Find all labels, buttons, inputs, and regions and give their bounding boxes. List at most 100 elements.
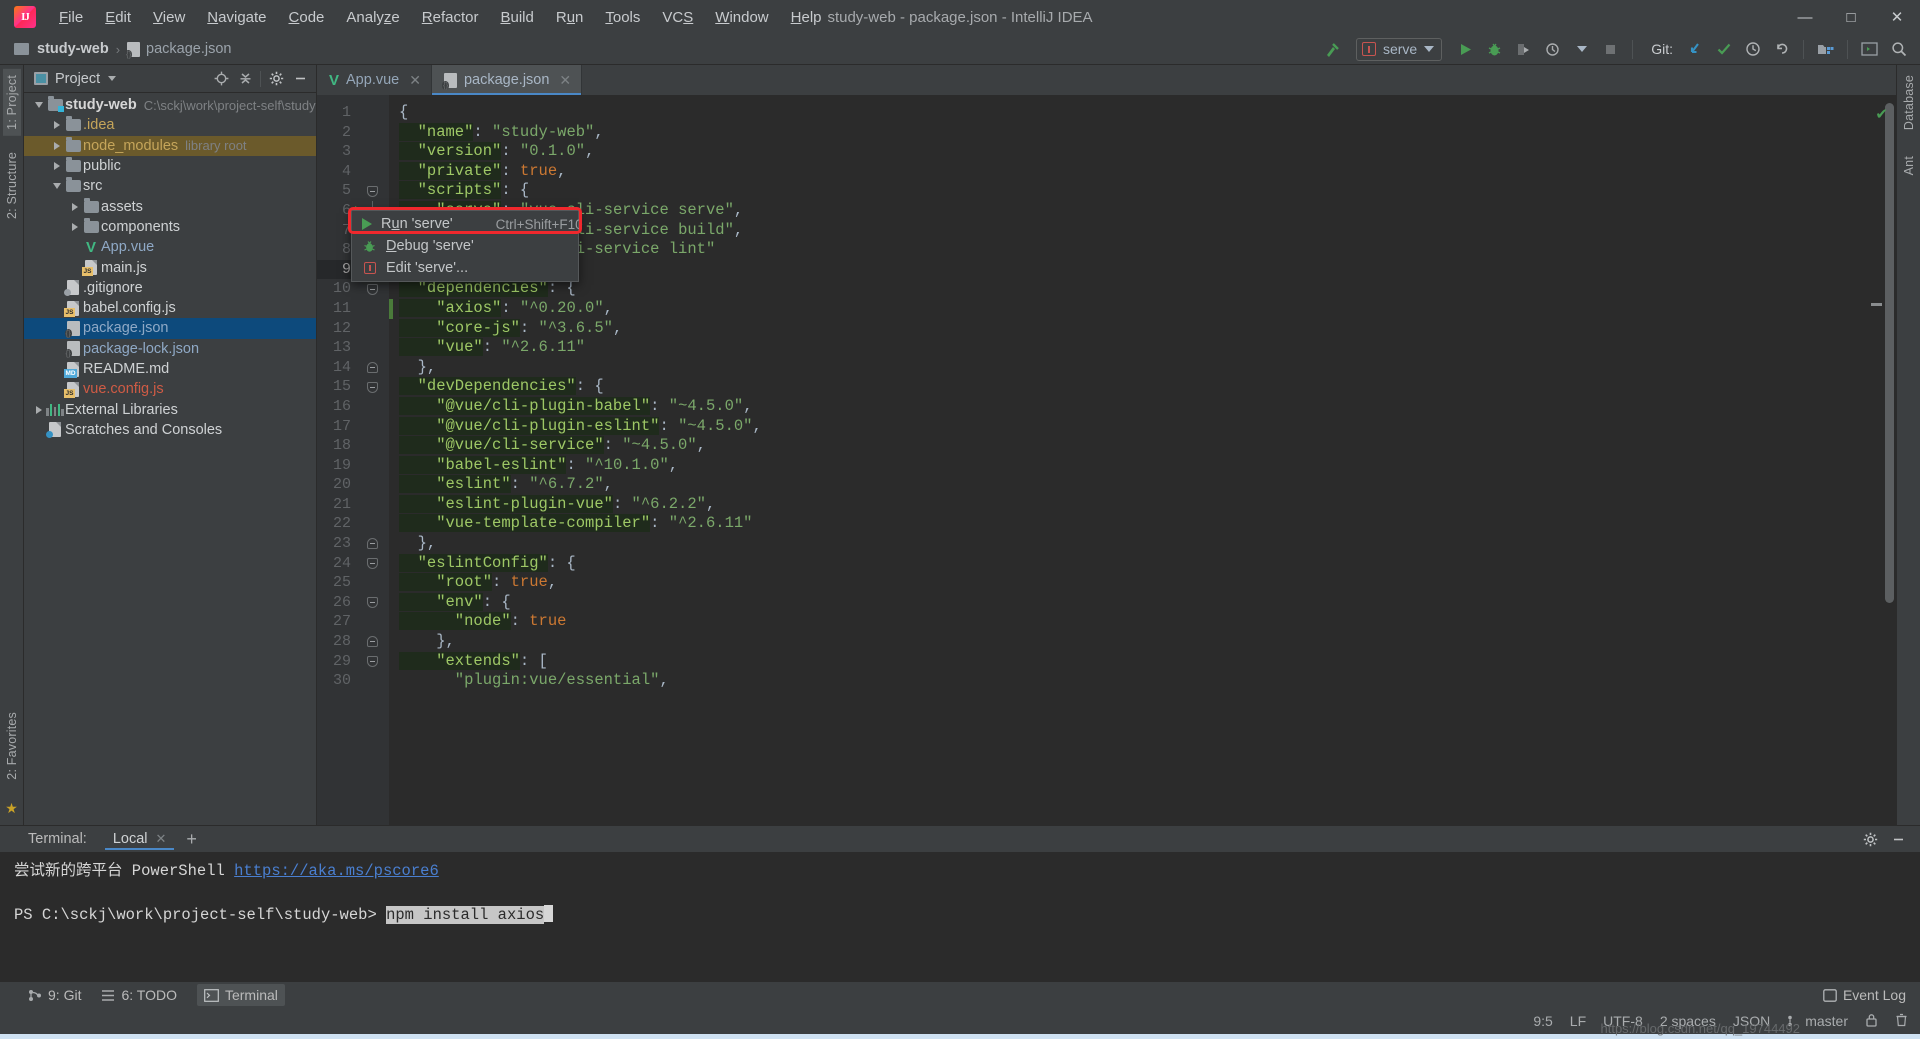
chevron-down-icon[interactable] <box>108 76 117 81</box>
menu-run[interactable]: Run <box>545 5 595 30</box>
context-menu-item-debug-serve[interactable]: Debug 'serve' <box>352 235 578 257</box>
collapse-arrow-icon[interactable] <box>32 102 45 109</box>
run-icon[interactable] <box>1452 37 1479 62</box>
add-terminal-tab-button[interactable]: + <box>186 829 197 850</box>
fold-marker-line-28[interactable] <box>363 632 381 652</box>
project-structure-icon[interactable] <box>1812 37 1839 62</box>
caret-position[interactable]: 9:5 <box>1533 1013 1552 1029</box>
menu-code[interactable]: Code <box>278 5 336 30</box>
editor-tab-app-vue[interactable]: V App.vue ✕ <box>317 65 432 95</box>
tree-node--gitignore[interactable]: .gitignore <box>24 278 316 298</box>
context-menu-item-run-serve[interactable]: Run 'serve' Ctrl+Shift+F10 <box>352 213 583 235</box>
terminal-tab-local[interactable]: Local ✕ <box>105 828 175 850</box>
powershell-link[interactable]: https://aka.ms/pscore6 <box>234 862 439 880</box>
lock-icon[interactable] <box>1865 1013 1878 1030</box>
trash-icon[interactable] <box>1895 1013 1908 1030</box>
expand-arrow-icon[interactable] <box>32 405 45 414</box>
menu-file[interactable]: File <box>48 5 94 30</box>
rollback-icon[interactable] <box>1768 37 1795 62</box>
tree-node-package-lock-json[interactable]: package-lock.json <box>24 339 316 359</box>
menu-edit[interactable]: Edit <box>94 5 142 30</box>
tree-node-scratches-and-consoles[interactable]: Scratches and Consoles <box>24 420 316 440</box>
fold-marker-line-24[interactable] <box>363 554 381 574</box>
maximize-button[interactable]: □ <box>1828 0 1874 34</box>
rail-tab-project[interactable]: 1: Project <box>2 69 21 136</box>
tree-node-readme-md[interactable]: MD README.md <box>24 359 316 379</box>
tree-node--idea[interactable]: .idea <box>24 115 316 135</box>
favorites-star-icon[interactable]: ★ <box>5 796 18 821</box>
rail-tab-structure[interactable]: 2: Structure <box>3 146 21 225</box>
rail-tab-database[interactable]: Database <box>1900 69 1918 136</box>
tree-node-node-modules[interactable]: node_modules library root <box>24 135 316 156</box>
menu-refactor[interactable]: Refactor <box>411 5 490 30</box>
fold-marker-line-15[interactable] <box>363 377 381 397</box>
tree-node-vue-config-js[interactable]: JS vue.config.js <box>24 379 316 399</box>
fold-marker-line-29[interactable] <box>363 652 381 672</box>
terminal-toggle-icon[interactable] <box>1856 37 1883 62</box>
menu-tools[interactable]: Tools <box>594 5 651 30</box>
close-icon[interactable]: ✕ <box>559 72 571 89</box>
fold-marker-line-14[interactable] <box>363 358 381 378</box>
update-project-icon[interactable] <box>1681 37 1708 62</box>
fold-marker-line-26[interactable] <box>363 593 381 613</box>
menu-view[interactable]: View <box>142 5 196 30</box>
terminal-command-input[interactable]: npm install axios <box>386 906 545 924</box>
editor-code[interactable]: { "name": "study-web", "version": "0.1.0… <box>389 95 1896 825</box>
fold-marker-line-10[interactable] <box>363 279 381 299</box>
menu-analyze[interactable]: Analyze <box>335 5 410 30</box>
expand-arrow-icon[interactable] <box>68 202 81 211</box>
menu-navigate[interactable]: Navigate <box>196 5 277 30</box>
expand-arrow-icon[interactable] <box>50 121 63 130</box>
build-hammer-icon[interactable] <box>1319 37 1346 62</box>
collapse-all-icon[interactable] <box>233 68 257 90</box>
inspection-status-icon[interactable]: ✔ <box>1875 105 1888 123</box>
rail-tab-ant[interactable]: Ant <box>1900 150 1918 181</box>
tree-node-src[interactable]: src <box>24 176 316 196</box>
breadcrumb-project[interactable]: study-web <box>37 41 109 57</box>
tool-button-terminal[interactable]: Terminal <box>196 984 285 1006</box>
line-separator[interactable]: LF <box>1570 1013 1586 1029</box>
terminal-output[interactable]: 尝试新的跨平台 PowerShell https://aka.ms/pscore… <box>0 852 1920 981</box>
context-menu-item-edit-serve[interactable]: Edit 'serve'... <box>352 257 578 279</box>
debug-icon[interactable] <box>1481 37 1508 62</box>
event-log-button[interactable]: Event Log <box>1823 987 1906 1003</box>
rail-tab-favorites[interactable]: 2: Favorites <box>3 706 21 786</box>
close-icon[interactable]: ✕ <box>156 831 167 847</box>
expand-arrow-icon[interactable] <box>50 141 63 150</box>
expand-arrow-icon[interactable] <box>50 162 63 171</box>
editor-tab-package-json[interactable]: package.json ✕ <box>431 65 583 95</box>
tree-node-app-vue[interactable]: V App.vue <box>24 237 316 257</box>
fold-marker-line-23[interactable] <box>363 534 381 554</box>
tool-button-todo[interactable]: 6: TODO <box>101 987 177 1003</box>
hide-panel-icon[interactable] <box>288 68 312 90</box>
menu-vcs[interactable]: VCS <box>651 5 704 30</box>
close-icon[interactable]: ✕ <box>409 72 421 89</box>
collapse-arrow-icon[interactable] <box>50 183 63 190</box>
profiler-icon[interactable] <box>1539 37 1566 62</box>
menu-window[interactable]: Window <box>704 5 779 30</box>
settings-gear-icon[interactable] <box>1858 828 1882 850</box>
breadcrumb-file[interactable]: package.json <box>146 41 231 57</box>
tree-node-study-web[interactable]: study-web C:\sckj\work\project-self\study <box>24 95 316 115</box>
hide-panel-icon[interactable] <box>1886 828 1910 850</box>
run-with-coverage-icon[interactable] <box>1510 37 1537 62</box>
tree-node-components[interactable]: components <box>24 217 316 237</box>
commit-icon[interactable] <box>1710 37 1737 62</box>
tree-node-main-js[interactable]: JS main.js <box>24 257 316 277</box>
history-icon[interactable] <box>1739 37 1766 62</box>
close-button[interactable]: ✕ <box>1874 0 1920 34</box>
expand-arrow-icon[interactable] <box>68 222 81 231</box>
fold-marker-line-5[interactable] <box>363 181 381 201</box>
tree-node-public[interactable]: public <box>24 156 316 176</box>
minimize-button[interactable]: — <box>1782 0 1828 34</box>
tree-node-babel-config-js[interactable]: JS babel.config.js <box>24 298 316 318</box>
tree-node-assets[interactable]: assets <box>24 196 316 216</box>
run-configuration-selector[interactable]: serve <box>1355 37 1443 61</box>
editor-vertical-scrollbar[interactable] <box>1885 103 1894 603</box>
editor-gutter[interactable]: 1 2 3 4 5 6 7 8 9 10 11 12 13 14 15 16 17 18 19 20 21 22 23 24 2… <box>317 95 389 825</box>
run-context-menu[interactable]: Run 'serve' Ctrl+Shift+F10 Debug 'serve' Ed… <box>351 210 583 282</box>
tree-node-package-json[interactable]: package.json <box>24 318 316 339</box>
project-tree[interactable]: study-web C:\sckj\work\project-self\study… <box>24 93 316 825</box>
chevron-down-icon[interactable] <box>1568 37 1595 62</box>
menu-help[interactable]: Help <box>780 5 833 30</box>
